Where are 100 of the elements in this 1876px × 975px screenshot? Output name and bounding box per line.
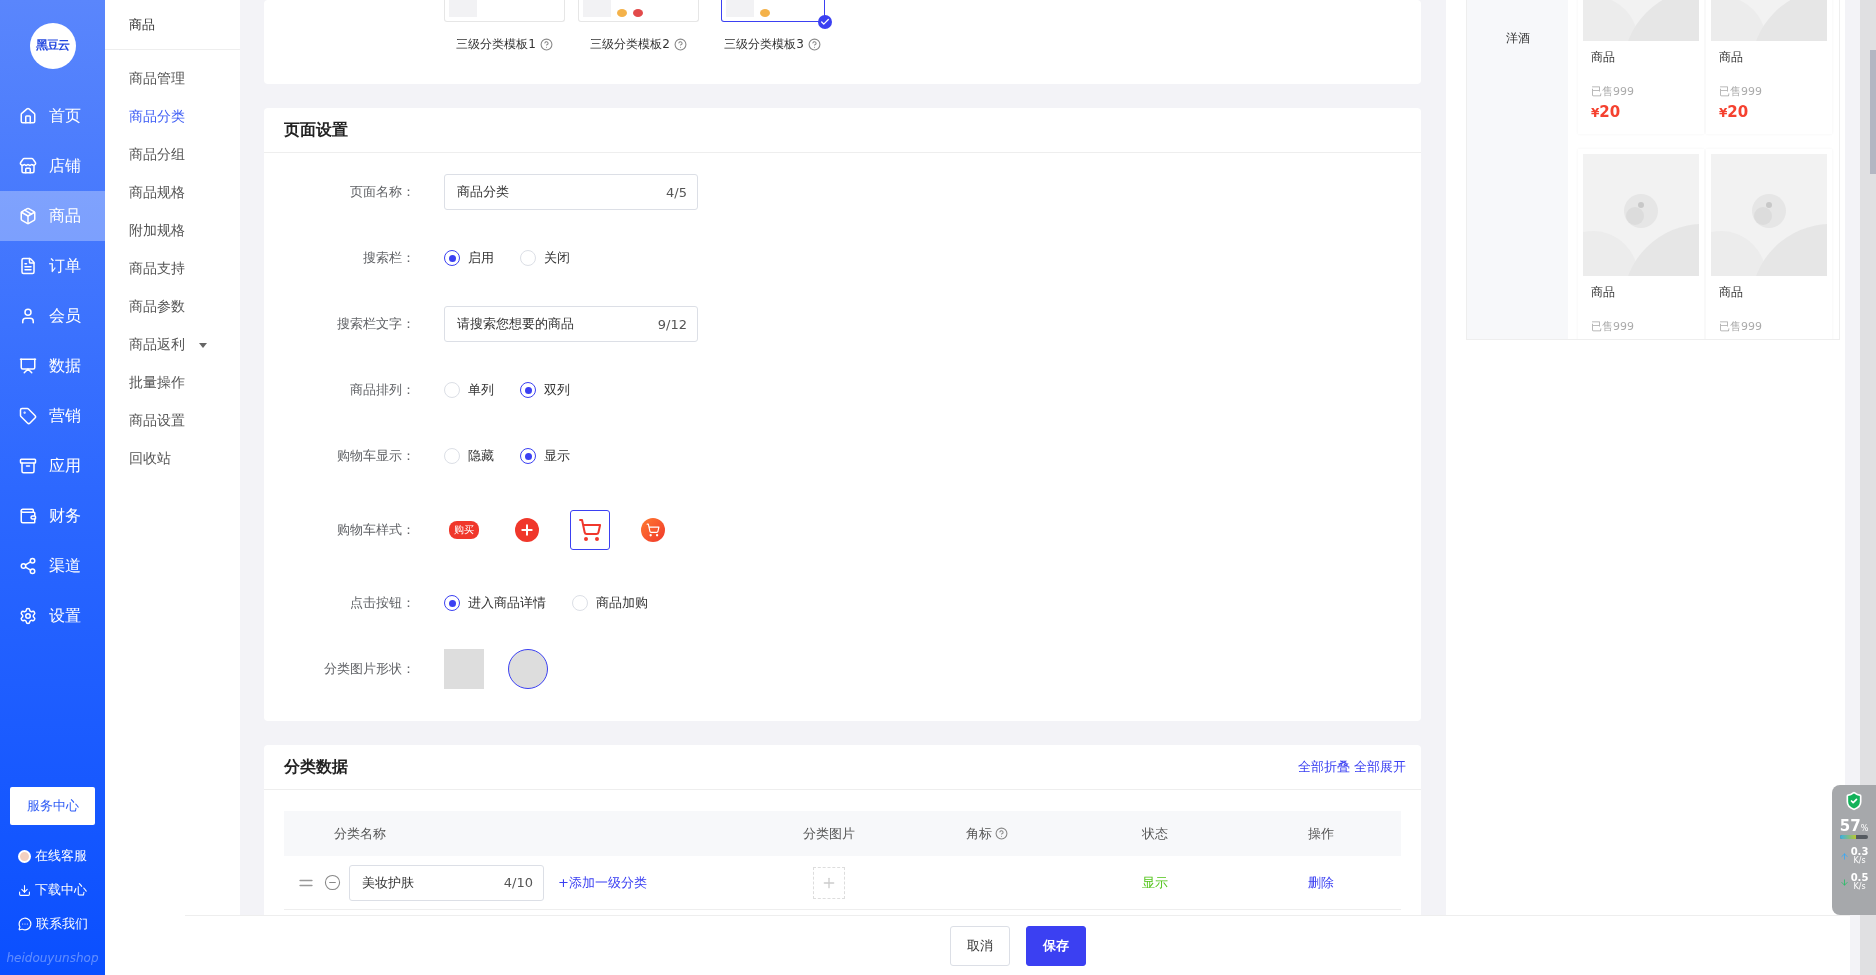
help-icon[interactable] bbox=[539, 38, 553, 51]
nav-item[interactable]: 店铺 bbox=[0, 141, 105, 191]
product-card[interactable]: 商品 已售999 bbox=[1706, 149, 1832, 339]
nodes-icon bbox=[19, 557, 37, 575]
product-card[interactable]: 商品 已售999 ¥20 bbox=[1706, 0, 1832, 134]
nav-item[interactable]: 会员 bbox=[0, 291, 105, 341]
sidebar-link[interactable]: 在线客服 bbox=[0, 839, 105, 873]
submenu-item[interactable]: 批量操作 bbox=[105, 364, 240, 402]
form-label: 商品排列： bbox=[349, 381, 415, 399]
column-header: 分类名称 bbox=[333, 824, 386, 843]
nav-item[interactable]: 设置 bbox=[0, 591, 105, 641]
radio-option[interactable]: 隐藏 bbox=[444, 447, 494, 465]
product-title: 商品 bbox=[1719, 49, 1744, 66]
nav-item[interactable]: 应用 bbox=[0, 441, 105, 491]
form-label: 分类图片形状： bbox=[323, 660, 415, 678]
text-field[interactable]: 请搜索您想要的商品 9/12 bbox=[444, 306, 698, 342]
submenu-item[interactable]: 商品管理 bbox=[105, 60, 240, 98]
radio-option[interactable]: 单列 bbox=[444, 381, 494, 399]
help-icon[interactable] bbox=[673, 38, 687, 51]
form-label: 页面名称： bbox=[349, 183, 415, 201]
cart-icon bbox=[641, 517, 665, 542]
package-icon bbox=[19, 207, 37, 225]
brand-text: heidouyunshop bbox=[5, 950, 100, 967]
avatar-icon bbox=[18, 849, 31, 863]
submenu-item[interactable]: 回收站 bbox=[105, 440, 240, 478]
plus-icon bbox=[515, 517, 539, 542]
char-count: 4/5 bbox=[666, 184, 687, 200]
submenu-item[interactable]: 商品规格 bbox=[105, 174, 240, 212]
nav-item[interactable]: 首页 bbox=[0, 91, 105, 141]
product-price: ¥20 bbox=[1591, 103, 1622, 121]
template-thumbnail[interactable] bbox=[720, 0, 825, 22]
column-header: 操作 bbox=[1307, 824, 1334, 843]
form-label: 购物车显示： bbox=[336, 447, 415, 465]
radio-option[interactable]: 进入商品详情 bbox=[444, 594, 546, 612]
template-label: 三级分类模板3 bbox=[724, 36, 804, 53]
help-icon[interactable] bbox=[807, 38, 821, 51]
section-title: 页面设置 bbox=[284, 119, 348, 141]
radio-option[interactable]: 双列 bbox=[520, 381, 570, 399]
submenu-item[interactable]: 商品分组 bbox=[105, 136, 240, 174]
submenu-item[interactable]: 商品设置 bbox=[105, 402, 240, 440]
nav-item[interactable]: 订单 bbox=[0, 241, 105, 291]
submenu-item[interactable]: 附加规格 bbox=[105, 212, 240, 250]
action-link[interactable]: 全部展开 bbox=[1354, 758, 1406, 776]
form-label: 购物车样式： bbox=[336, 520, 415, 539]
radio-option[interactable]: 商品加购 bbox=[572, 594, 648, 612]
product-price: ¥20 bbox=[1719, 103, 1750, 121]
radio-label: 显示 bbox=[544, 447, 570, 465]
percent-unit: % bbox=[1860, 824, 1869, 833]
save-button[interactable]: 保存 bbox=[1025, 925, 1086, 966]
radio-option[interactable]: 关闭 bbox=[520, 249, 570, 267]
service-center-button[interactable]: 服务中心 bbox=[10, 787, 95, 825]
field-value: 请搜索您想要的商品 bbox=[457, 315, 574, 333]
radio-label: 双列 bbox=[544, 381, 570, 399]
radio-option[interactable]: 显示 bbox=[520, 447, 570, 465]
nav-item[interactable]: 营销 bbox=[0, 391, 105, 441]
column-header: 状态 bbox=[1142, 824, 1168, 843]
radio-label: 单列 bbox=[468, 381, 494, 399]
form-label: 搜索栏文字： bbox=[336, 315, 415, 333]
nav-item[interactable]: 数据 bbox=[0, 341, 105, 391]
nav-item[interactable]: 渠道 bbox=[0, 541, 105, 591]
delete-link[interactable]: 删除 bbox=[1307, 873, 1334, 892]
cancel-button[interactable]: 取消 bbox=[949, 925, 1010, 966]
chat-icon bbox=[17, 917, 32, 931]
nav-item[interactable]: 财务 bbox=[0, 491, 105, 541]
radio-label: 进入商品详情 bbox=[468, 594, 546, 612]
submenu-item[interactable]: 商品分类 bbox=[105, 98, 240, 136]
product-card[interactable]: 商品 已售999 ¥20 bbox=[1578, 0, 1704, 134]
caret-icon[interactable] bbox=[199, 342, 207, 348]
wallet-icon bbox=[19, 507, 37, 525]
logo[interactable]: 黑豆云 bbox=[29, 22, 76, 69]
archive-icon bbox=[19, 457, 37, 475]
submenu-item[interactable]: 商品参数 bbox=[105, 288, 240, 326]
help-icon[interactable] bbox=[995, 827, 1008, 840]
person-icon bbox=[19, 307, 37, 325]
submenu-item[interactable]: 商品返利 bbox=[105, 326, 240, 364]
product-card[interactable]: 商品 已售999 bbox=[1578, 149, 1704, 339]
sidebar-link[interactable]: 联系我们 bbox=[0, 907, 105, 941]
usage-meter bbox=[1840, 835, 1868, 839]
circle-shape-option[interactable] bbox=[508, 649, 548, 689]
cart-icon bbox=[578, 517, 602, 542]
sidebar-link[interactable]: 下载中心 bbox=[0, 873, 105, 907]
cart-style-option[interactable] bbox=[570, 509, 610, 550]
text-field[interactable]: 商品分类 4/5 bbox=[444, 174, 698, 210]
text-field[interactable]: 美妆护肤 4/10 bbox=[349, 864, 544, 901]
collapse-icon[interactable] bbox=[324, 874, 341, 891]
action-link[interactable]: 全部折叠 bbox=[1298, 758, 1350, 776]
char-count: 4/10 bbox=[503, 875, 533, 890]
radio-option[interactable]: 启用 bbox=[444, 249, 494, 267]
upload-value: 0.3 bbox=[1850, 847, 1869, 857]
document-icon bbox=[19, 257, 37, 275]
rate-unit: K/s bbox=[1853, 857, 1866, 865]
template-label: 三级分类模板2 bbox=[590, 36, 670, 53]
chart-board-icon bbox=[19, 357, 37, 375]
add-category-link[interactable]: +添加一级分类 bbox=[558, 873, 647, 892]
submenu-item[interactable]: 商品支持 bbox=[105, 250, 240, 288]
radio-label: 隐藏 bbox=[468, 447, 494, 465]
field-value: 商品分类 bbox=[457, 183, 509, 201]
cart-style-option[interactable]: 购买 bbox=[444, 509, 484, 550]
store-icon bbox=[19, 157, 37, 175]
category-item[interactable]: 洋酒 bbox=[1505, 30, 1530, 48]
